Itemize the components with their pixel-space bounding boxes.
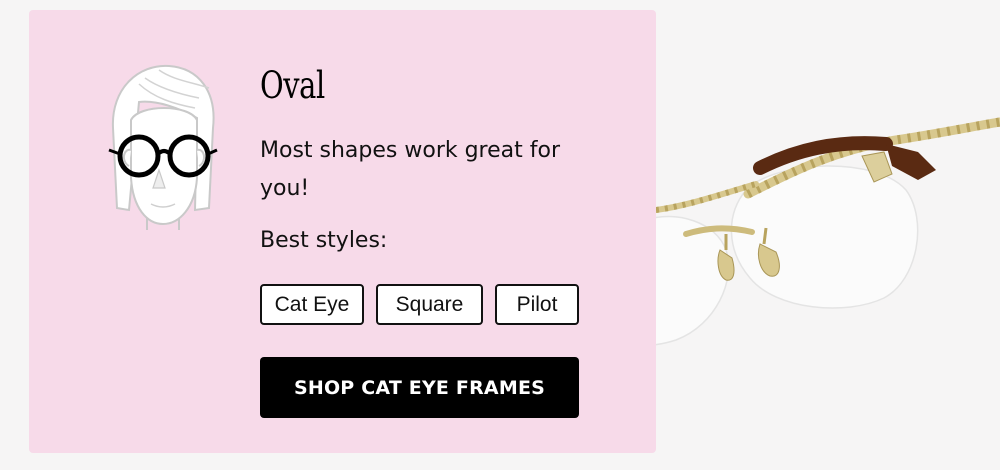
style-chips: Cat Eye Square Pilot [260,284,579,325]
style-chip-cat-eye[interactable]: Cat Eye [260,284,364,325]
rimless-gold-glasses-image [656,117,1000,346]
style-chip-square[interactable]: Square [376,284,483,325]
face-shape-description: Most shapes work great for you! [260,138,561,201]
style-chip-pilot[interactable]: Pilot [495,284,579,325]
face-shape-card: Oval Most shapes work great for you! Bes… [29,10,656,453]
best-styles-label: Best styles: [260,228,388,253]
shop-cat-eye-frames-button[interactable]: SHOP CAT EYE FRAMES [260,357,579,418]
face-shape-title: Oval [260,64,325,107]
oval-face-illustration-icon [108,64,218,230]
